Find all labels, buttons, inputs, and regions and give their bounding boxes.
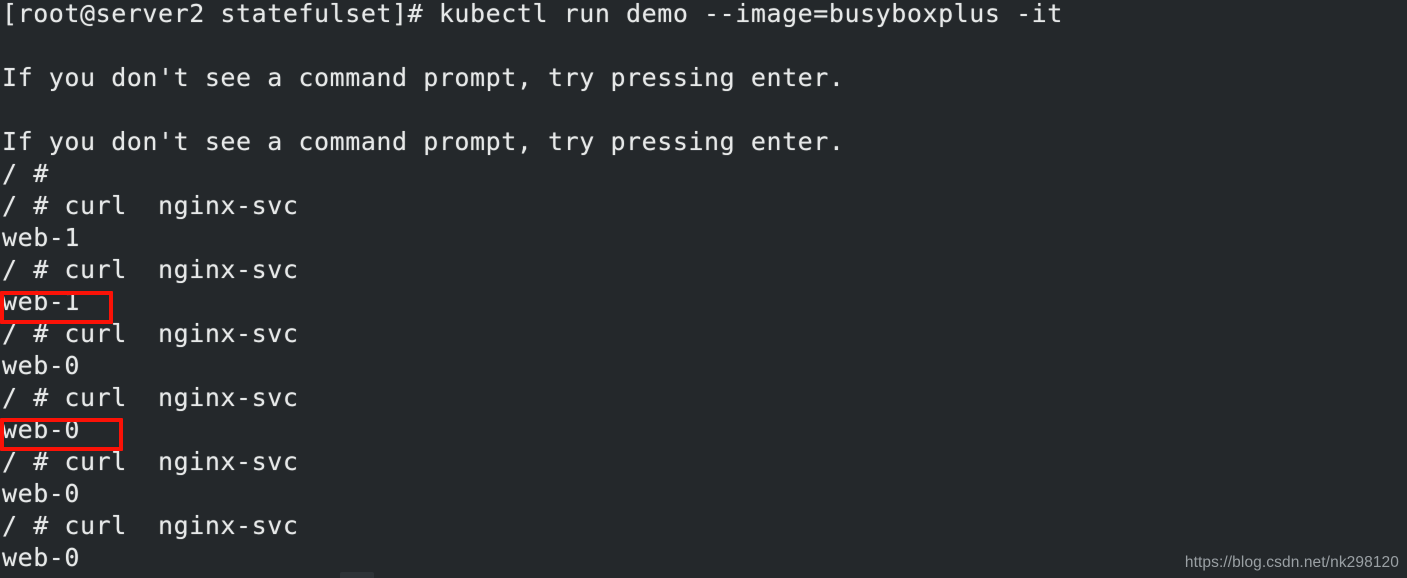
terminal-line: web-0: [2, 479, 81, 508]
terminal-line: If you don't see a command prompt, try p…: [2, 127, 845, 156]
terminal-line: / # curl nginx-svc: [2, 255, 299, 284]
terminal-line: If you don't see a command prompt, try p…: [2, 63, 845, 92]
terminal-line: / # curl nginx-svc: [2, 511, 299, 540]
terminal-window[interactable]: [root@server2 statefulset]# kubectl run …: [0, 0, 1407, 578]
terminal-line: web-0: [2, 351, 81, 380]
terminal-line: / # curl nginx-svc: [2, 383, 299, 412]
terminal-line: / # curl nginx-svc: [2, 319, 299, 348]
terminal-line-highlighted: web-1: [2, 287, 81, 316]
terminal-line: [root@server2 statefulset]# kubectl run …: [2, 0, 1063, 28]
screen-artifact: [340, 572, 374, 578]
terminal-line: / # curl nginx-svc: [2, 447, 299, 476]
watermark-text: https://blog.csdn.net/nk298120: [1184, 554, 1399, 571]
terminal-line: web-0: [2, 543, 81, 572]
terminal-line-highlighted: web-0: [2, 415, 81, 444]
terminal-line: / #: [2, 159, 49, 188]
terminal-screen[interactable]: [root@server2 statefulset]# kubectl run …: [0, 0, 1407, 578]
terminal-line: / # curl nginx-svc: [2, 191, 299, 220]
terminal-line: web-1: [2, 223, 81, 252]
